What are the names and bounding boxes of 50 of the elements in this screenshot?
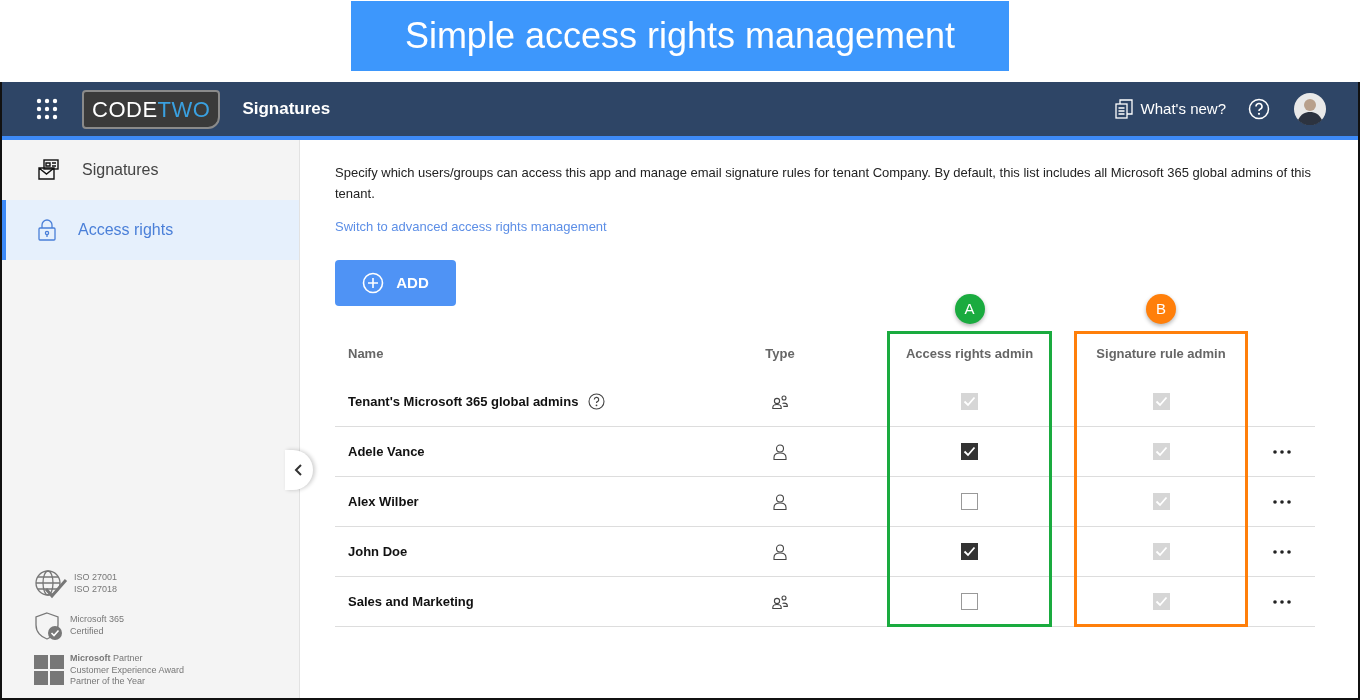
user-icon [773,493,787,510]
user-icon [773,443,787,460]
more-icon[interactable] [1272,549,1291,554]
column-header: Type [764,345,796,364]
envelope-card-icon [38,159,60,181]
user-name: Tenant's Microsoft 365 global admins [348,392,579,411]
checkbox[interactable] [961,543,978,560]
app-launcher-icon[interactable] [36,98,58,120]
more-icon[interactable] [1272,499,1291,504]
column-header: Access rights admin [904,345,1035,364]
column-header: Name [347,345,385,364]
help-icon[interactable] [588,393,606,410]
group-icon [772,394,788,409]
windows-logo-icon [34,655,64,686]
checkbox[interactable] [961,493,978,510]
column-header: Signature rule admin [1095,345,1227,364]
certification-text: Microsoft Partner Customer Experience Award Partner of the Year [70,652,184,688]
user-name: Sales and Marketing [348,592,474,611]
logo: CODETWO [82,89,221,129]
sidebar-item[interactable]: Signatures [2,140,299,200]
certification-text: ISO 27001 ISO 27018 [74,572,118,596]
user-name: Adele Vance [348,442,425,461]
user-icon [773,543,787,560]
more-icon[interactable] [1272,599,1291,604]
documents-icon [1114,99,1133,119]
sidebar-item[interactable]: Access rights [2,200,299,260]
more-icon[interactable] [1272,449,1291,454]
advanced-access-link[interactable]: Switch to advanced access rights management [335,217,607,237]
annotation-badge: B [1146,294,1176,324]
globe-check-icon [34,568,68,599]
user-name: John Doe [348,542,408,561]
check-icon [963,546,976,557]
chevron-left-icon [294,464,304,476]
shield-check-icon [34,610,64,641]
whats-new-link[interactable]: What's new? [1140,97,1226,121]
checkbox[interactable] [961,443,978,460]
group-icon [772,594,788,609]
add-button[interactable]: ADD [335,260,456,306]
app-title: Signatures [242,98,331,121]
plus-circle-icon [362,272,385,294]
annotation-badge: A [954,294,985,324]
check-icon [963,446,976,457]
lock-icon [38,219,56,241]
checkbox[interactable] [961,593,978,610]
avatar[interactable] [1294,93,1326,125]
collapse-button[interactable] [285,450,313,490]
banner-title: Simple access rights management [351,1,1009,71]
user-name: Alex Wilber [348,492,419,511]
description-text: Specify which users/groups can access this app and manage email signature rules for tenant Company. By default, this list includes all Microsoft 365 global admins of this tenant. [335,164,1312,203]
certification-text: Microsoft 365 Certified [70,614,125,638]
